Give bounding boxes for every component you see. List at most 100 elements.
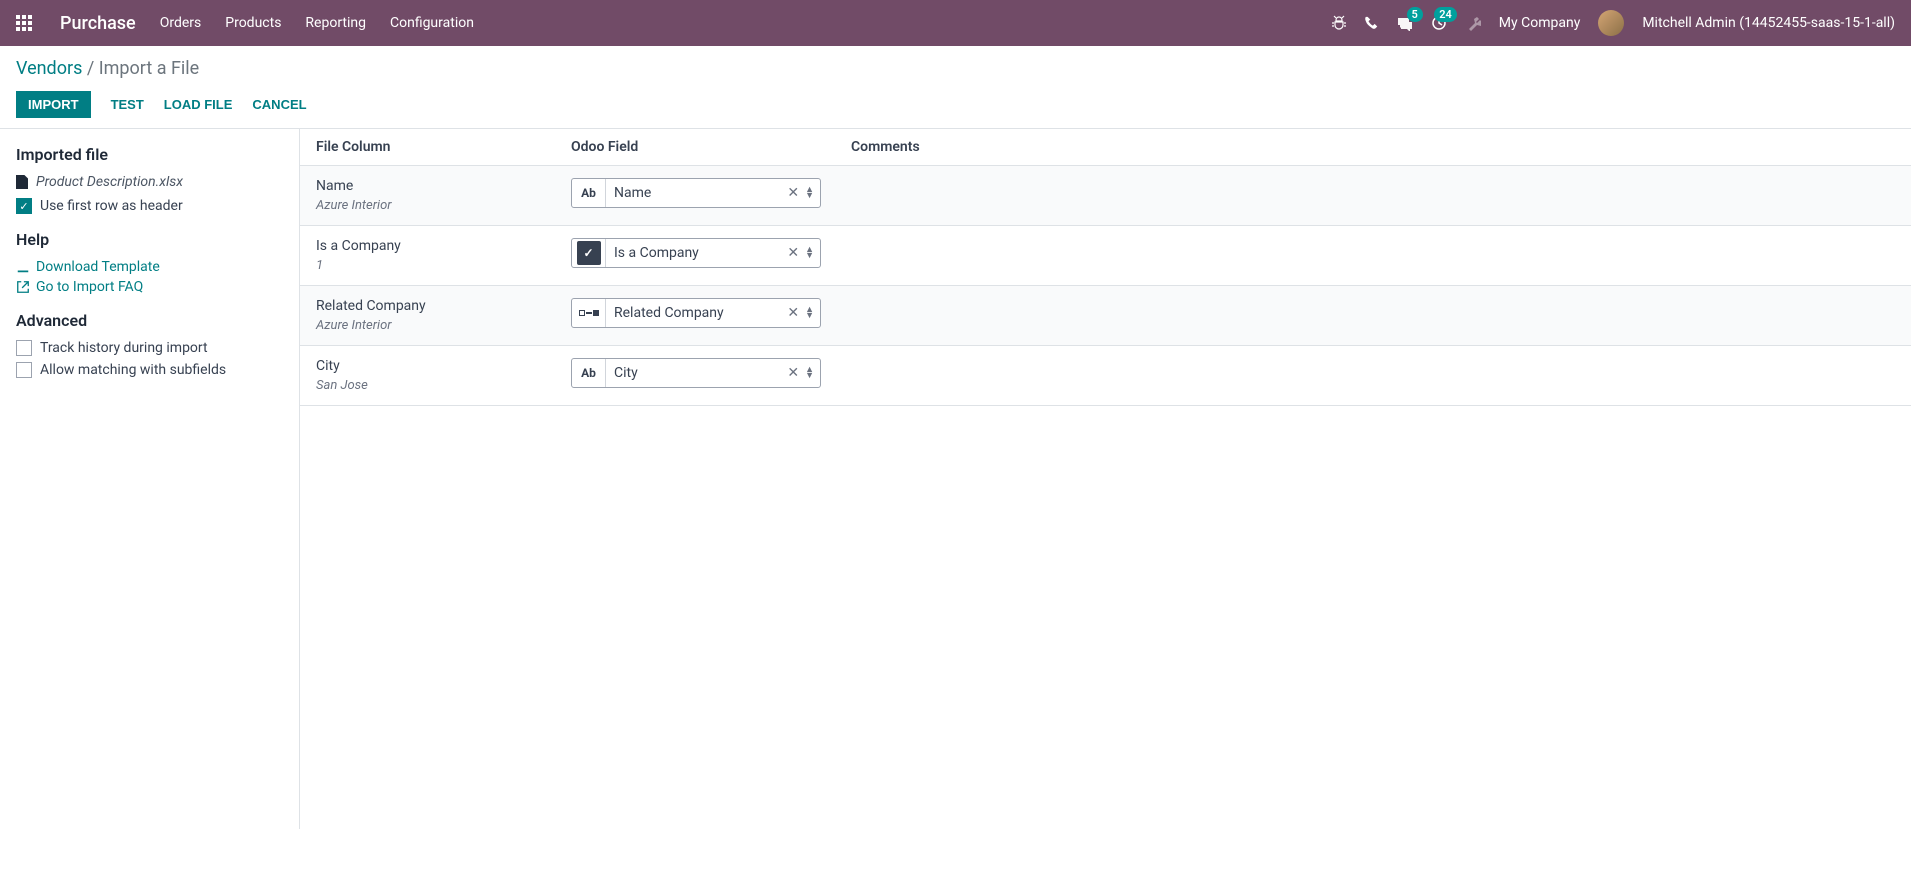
field-select[interactable]: Ab Name ✕ ▲▼ (571, 178, 821, 208)
clear-icon[interactable]: ✕ (787, 185, 799, 201)
field-cell: Ab Name ✕ ▲▼ (571, 178, 851, 208)
load-file-button[interactable]: LOAD FILE (164, 97, 233, 112)
sidebar: Imported file Product Description.xlsx ✓… (0, 129, 300, 829)
text-type-icon: Ab (572, 359, 606, 387)
user-avatar[interactable] (1598, 10, 1624, 36)
imported-file-title: Imported file (16, 145, 283, 164)
column-preview: Azure Interior (316, 198, 571, 213)
field-value: Related Company (606, 299, 781, 327)
clear-icon[interactable]: ✕ (787, 245, 799, 261)
use-header-checkbox[interactable]: ✓ (16, 198, 32, 214)
file-row: Product Description.xlsx (16, 174, 283, 190)
table-row: Name Azure Interior Ab Name ✕ ▲▼ (300, 166, 1911, 226)
select-controls: ✕ ▲▼ (781, 299, 820, 327)
action-bar: IMPORT TEST LOAD FILE CANCEL (16, 91, 1895, 128)
file-name: Product Description.xlsx (36, 174, 183, 190)
test-button[interactable]: TEST (111, 97, 144, 112)
top-navbar: Purchase Orders Products Reporting Confi… (0, 0, 1911, 46)
import-faq-link[interactable]: Go to Import FAQ (16, 279, 283, 295)
breadcrumb-parent[interactable]: Vendors (16, 58, 82, 79)
field-select[interactable]: Related Company ✕ ▲▼ (571, 298, 821, 328)
bug-icon[interactable] (1331, 15, 1347, 31)
nav-products[interactable]: Products (225, 15, 281, 31)
apps-icon[interactable] (16, 15, 32, 31)
text-type-icon: Ab (572, 179, 606, 207)
navbar-left: Purchase Orders Products Reporting Confi… (16, 13, 474, 34)
column-name: Name (316, 178, 571, 194)
main-area: Imported file Product Description.xlsx ✓… (0, 129, 1911, 829)
bool-type-wrap: ✓ (572, 239, 606, 267)
field-value: City (606, 359, 781, 387)
track-history-row[interactable]: Track history during import (16, 340, 283, 356)
field-cell: Ab City ✕ ▲▼ (571, 358, 851, 388)
header-comments: Comments (851, 139, 1895, 155)
column-name: City (316, 358, 571, 374)
activity-icon[interactable]: 24 (1431, 15, 1447, 31)
select-controls: ✕ ▲▼ (781, 179, 820, 207)
header-file-column: File Column (316, 139, 571, 155)
file-column-cell: Name Azure Interior (316, 178, 571, 213)
table-row: Related Company Azure Interior Related C… (300, 286, 1911, 346)
relation-type-icon (572, 299, 606, 327)
content-area: File Column Odoo Field Comments Name Azu… (300, 129, 1911, 829)
field-select[interactable]: Ab City ✕ ▲▼ (571, 358, 821, 388)
navbar-right: 5 24 My Company Mitchell Admin (14452455… (1331, 10, 1895, 36)
field-select[interactable]: ✓ Is a Company ✕ ▲▼ (571, 238, 821, 268)
breadcrumb: Vendors / Import a File (16, 58, 1895, 79)
allow-subfields-label: Allow matching with subfields (40, 362, 226, 378)
cancel-button[interactable]: CANCEL (252, 97, 306, 112)
field-value: Is a Company (606, 239, 781, 267)
clear-icon[interactable]: ✕ (787, 305, 799, 321)
breadcrumb-sep: / (87, 58, 99, 79)
download-template-label: Download Template (36, 259, 160, 275)
use-header-row[interactable]: ✓ Use first row as header (16, 198, 283, 214)
field-cell: ✓ Is a Company ✕ ▲▼ (571, 238, 851, 268)
track-history-label: Track history during import (40, 340, 208, 356)
file-column-cell: City San Jose (316, 358, 571, 393)
messages-badge: 5 (1407, 7, 1423, 22)
field-cell: Related Company ✕ ▲▼ (571, 298, 851, 328)
tools-icon[interactable] (1465, 15, 1481, 31)
spinner-icon[interactable]: ▲▼ (805, 247, 814, 259)
allow-subfields-row[interactable]: Allow matching with subfields (16, 362, 283, 378)
column-preview: San Jose (316, 378, 571, 393)
nav-orders[interactable]: Orders (160, 15, 202, 31)
messages-icon[interactable]: 5 (1397, 15, 1413, 31)
spinner-icon[interactable]: ▲▼ (805, 187, 814, 199)
control-panel: Vendors / Import a File IMPORT TEST LOAD… (0, 46, 1911, 129)
use-header-label: Use first row as header (40, 198, 183, 214)
column-name: Related Company (316, 298, 571, 314)
advanced-title: Advanced (16, 311, 283, 330)
spinner-icon[interactable]: ▲▼ (805, 367, 814, 379)
nav-configuration[interactable]: Configuration (390, 15, 474, 31)
company-name[interactable]: My Company (1499, 15, 1581, 31)
table-header: File Column Odoo Field Comments (300, 129, 1911, 166)
column-preview: 1 (316, 258, 571, 273)
app-brand[interactable]: Purchase (60, 13, 136, 34)
field-value: Name (606, 179, 781, 207)
external-link-icon (16, 280, 30, 294)
file-column-cell: Is a Company 1 (316, 238, 571, 273)
select-controls: ✕ ▲▼ (781, 359, 820, 387)
import-button[interactable]: IMPORT (16, 91, 91, 118)
track-history-checkbox[interactable] (16, 340, 32, 356)
allow-subfields-checkbox[interactable] (16, 362, 32, 378)
breadcrumb-current: Import a File (99, 58, 199, 79)
clear-icon[interactable]: ✕ (787, 365, 799, 381)
header-odoo-field: Odoo Field (571, 139, 851, 155)
user-name[interactable]: Mitchell Admin (14452455-saas-15-1-all) (1642, 15, 1895, 31)
checkbox-type-icon: ✓ (577, 241, 601, 265)
nav-reporting[interactable]: Reporting (305, 15, 366, 31)
download-icon (16, 260, 30, 274)
activity-badge: 24 (1434, 7, 1457, 22)
download-template-link[interactable]: Download Template (16, 259, 283, 275)
table-row: City San Jose Ab City ✕ ▲▼ (300, 346, 1911, 406)
spinner-icon[interactable]: ▲▼ (805, 307, 814, 319)
table-row: Is a Company 1 ✓ Is a Company ✕ ▲▼ (300, 226, 1911, 286)
column-preview: Azure Interior (316, 318, 571, 333)
column-name: Is a Company (316, 238, 571, 254)
phone-icon[interactable] (1365, 16, 1379, 30)
help-title: Help (16, 230, 283, 249)
file-icon (16, 175, 28, 189)
select-controls: ✕ ▲▼ (781, 239, 820, 267)
